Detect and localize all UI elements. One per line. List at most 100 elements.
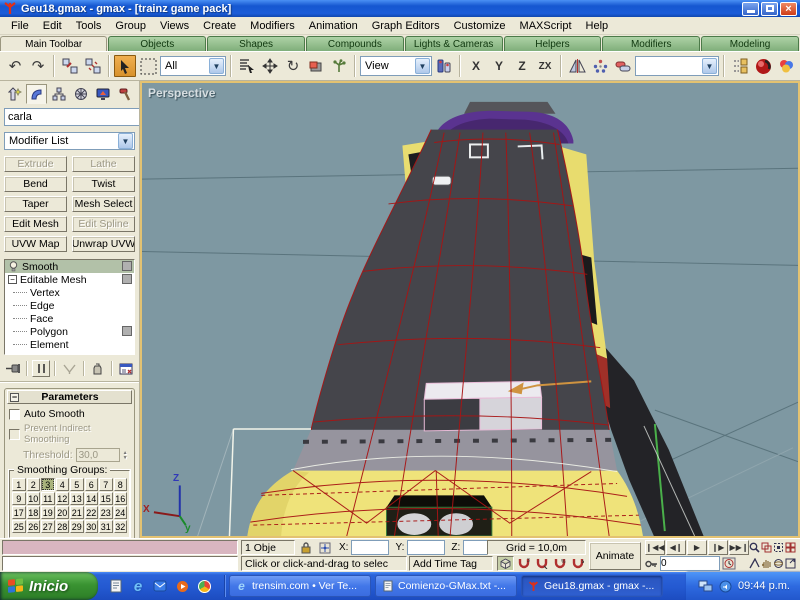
threshold-input[interactable] — [76, 448, 120, 462]
reference-coordinate-dropdown[interactable]: View ▼ — [360, 56, 432, 76]
network-tray-icon[interactable] — [698, 580, 713, 593]
perspective-viewport[interactable]: Perspective Z X y — [140, 81, 800, 538]
zoom-all-icon[interactable] — [760, 540, 772, 555]
taper-button[interactable]: Taper — [4, 196, 67, 212]
collapse-rollout-icon[interactable]: − — [10, 393, 19, 402]
menu-views[interactable]: Views — [153, 18, 196, 34]
smoothing-group-button[interactable]: 18 — [27, 506, 41, 519]
smoothing-group-button[interactable]: 8 — [114, 478, 128, 491]
smoothing-group-button[interactable]: 21 — [70, 506, 84, 519]
stack-subobject-element[interactable]: Element — [5, 338, 134, 351]
time-configuration-icon[interactable] — [722, 557, 736, 570]
select-and-manipulate-icon[interactable] — [328, 55, 350, 77]
remove-modifier-icon[interactable] — [89, 360, 107, 377]
render-icon[interactable] — [775, 55, 797, 77]
curve-editor-icon[interactable] — [729, 55, 751, 77]
zoom-icon[interactable] — [748, 540, 760, 555]
tab-helpers[interactable]: Helpers — [504, 36, 602, 51]
title-bar[interactable]: Geu18.gmax - gmax - [trainz game pack] × — [0, 0, 800, 17]
select-and-move-icon[interactable] — [259, 55, 281, 77]
smoothing-group-button[interactable]: 20 — [56, 506, 70, 519]
task-trensim[interactable]: e trensim.com • Ver Te... — [229, 575, 371, 597]
smoothing-group-button[interactable]: 1 — [12, 478, 26, 491]
animate-button[interactable]: Animate — [589, 542, 641, 570]
smoothing-group-button[interactable]: 12 — [56, 492, 70, 505]
menu-group[interactable]: Group — [108, 18, 153, 34]
stack-subobject-edge[interactable]: Edge — [5, 299, 134, 312]
smoothing-group-button[interactable]: 7 — [99, 478, 113, 491]
align-icon[interactable] — [612, 55, 634, 77]
undo-icon[interactable]: ↶ — [4, 55, 26, 77]
select-and-scale-icon[interactable] — [305, 55, 327, 77]
zoom-extents-all-icon[interactable] — [784, 540, 796, 555]
smoothing-group-button[interactable]: 5 — [70, 478, 84, 491]
select-and-link-icon[interactable] — [59, 55, 81, 77]
prevent-indirect-checkbox[interactable] — [9, 429, 20, 440]
smoothing-group-button[interactable]: 27 — [41, 520, 55, 533]
zoom-extents-icon[interactable] — [772, 540, 784, 555]
document-shortcut-icon[interactable] — [108, 578, 124, 594]
smoothing-group-button[interactable]: 15 — [99, 492, 113, 505]
menu-help[interactable]: Help — [579, 18, 616, 34]
pan-icon[interactable] — [760, 556, 772, 571]
smoothing-group-button[interactable]: 10 — [27, 492, 41, 505]
parameters-rollout-header[interactable]: − Parameters — [7, 390, 132, 404]
menu-create[interactable]: Create — [196, 18, 243, 34]
internet-explorer-icon[interactable]: e — [130, 578, 146, 594]
smoothing-group-button[interactable]: 6 — [85, 478, 99, 491]
chrome-icon[interactable] — [196, 578, 212, 594]
stack-item-smooth[interactable]: Smooth — [5, 260, 134, 273]
menu-file[interactable]: File — [4, 18, 36, 34]
smoothing-group-button[interactable]: 2 — [27, 478, 41, 491]
unlink-icon[interactable] — [82, 55, 104, 77]
dropdown-arrow-icon[interactable]: ▼ — [209, 58, 224, 74]
smoothing-group-button[interactable]: 19 — [41, 506, 55, 519]
hierarchy-panel-icon[interactable] — [48, 84, 69, 104]
select-by-name-icon[interactable] — [236, 55, 258, 77]
rectangular-selection-region-icon[interactable] — [137, 55, 159, 77]
restrict-y-axis-button[interactable]: Y — [488, 55, 510, 77]
restrict-plane-button[interactable]: ZX — [534, 55, 556, 77]
maxscript-mini-listener-pink[interactable] — [2, 540, 238, 555]
smoothing-group-button[interactable]: 28 — [56, 520, 70, 533]
x-coordinate-input[interactable] — [351, 540, 389, 555]
media-player-icon[interactable] — [174, 578, 190, 594]
start-button[interactable]: Inicio — [0, 572, 98, 600]
make-unique-icon[interactable] — [60, 360, 78, 377]
close-button[interactable]: × — [780, 2, 797, 16]
3d-snap-toggle-icon[interactable] — [497, 556, 514, 571]
smoothing-group-button[interactable]: 16 — [114, 492, 128, 505]
uvw-map-button[interactable]: UVW Map — [4, 236, 67, 252]
menu-customize[interactable]: Customize — [447, 18, 513, 34]
show-end-result-icon[interactable] — [32, 360, 50, 377]
menu-maxscript[interactable]: MAXScript — [513, 18, 579, 34]
taskbar-clock[interactable]: 09:44 p.m. — [738, 580, 790, 592]
smoothing-group-button-active[interactable]: 3 — [41, 478, 55, 491]
modifier-list-dropdown[interactable]: Modifier List ▼ — [4, 132, 135, 150]
arc-rotate-icon[interactable] — [772, 556, 784, 571]
restrict-z-axis-button[interactable]: Z — [511, 55, 533, 77]
twist-button[interactable]: Twist — [72, 176, 135, 192]
outlook-icon[interactable] — [152, 578, 168, 594]
current-frame-input[interactable] — [660, 556, 720, 571]
tab-objects[interactable]: Objects — [108, 36, 206, 51]
angle-snap-toggle-icon[interactable] — [533, 556, 550, 571]
field-of-view-icon[interactable] — [748, 556, 760, 571]
key-mode-icon[interactable] — [645, 559, 658, 569]
smoothing-group-button[interactable]: 17 — [12, 506, 26, 519]
tab-main-toolbar[interactable]: Main Toolbar — [0, 36, 107, 51]
menu-animation[interactable]: Animation — [302, 18, 365, 34]
menu-tools[interactable]: Tools — [69, 18, 109, 34]
tab-modeling[interactable]: Modeling — [701, 36, 799, 51]
smoothing-group-button[interactable]: 22 — [85, 506, 99, 519]
object-name-input[interactable] — [4, 108, 140, 126]
use-pivot-point-center-icon[interactable] — [433, 55, 455, 77]
smoothing-group-button[interactable]: 4 — [56, 478, 70, 491]
configure-modifier-sets-icon[interactable] — [117, 360, 135, 377]
menu-modifiers[interactable]: Modifiers — [243, 18, 302, 34]
stack-item-editable-mesh[interactable]: − Editable Mesh — [5, 273, 134, 286]
edit-mesh-button[interactable]: Edit Mesh — [4, 216, 67, 232]
play-icon[interactable]: ▶ — [687, 540, 707, 555]
create-panel-icon[interactable] — [4, 84, 25, 104]
add-time-tag[interactable]: Add Time Tag — [409, 556, 493, 571]
